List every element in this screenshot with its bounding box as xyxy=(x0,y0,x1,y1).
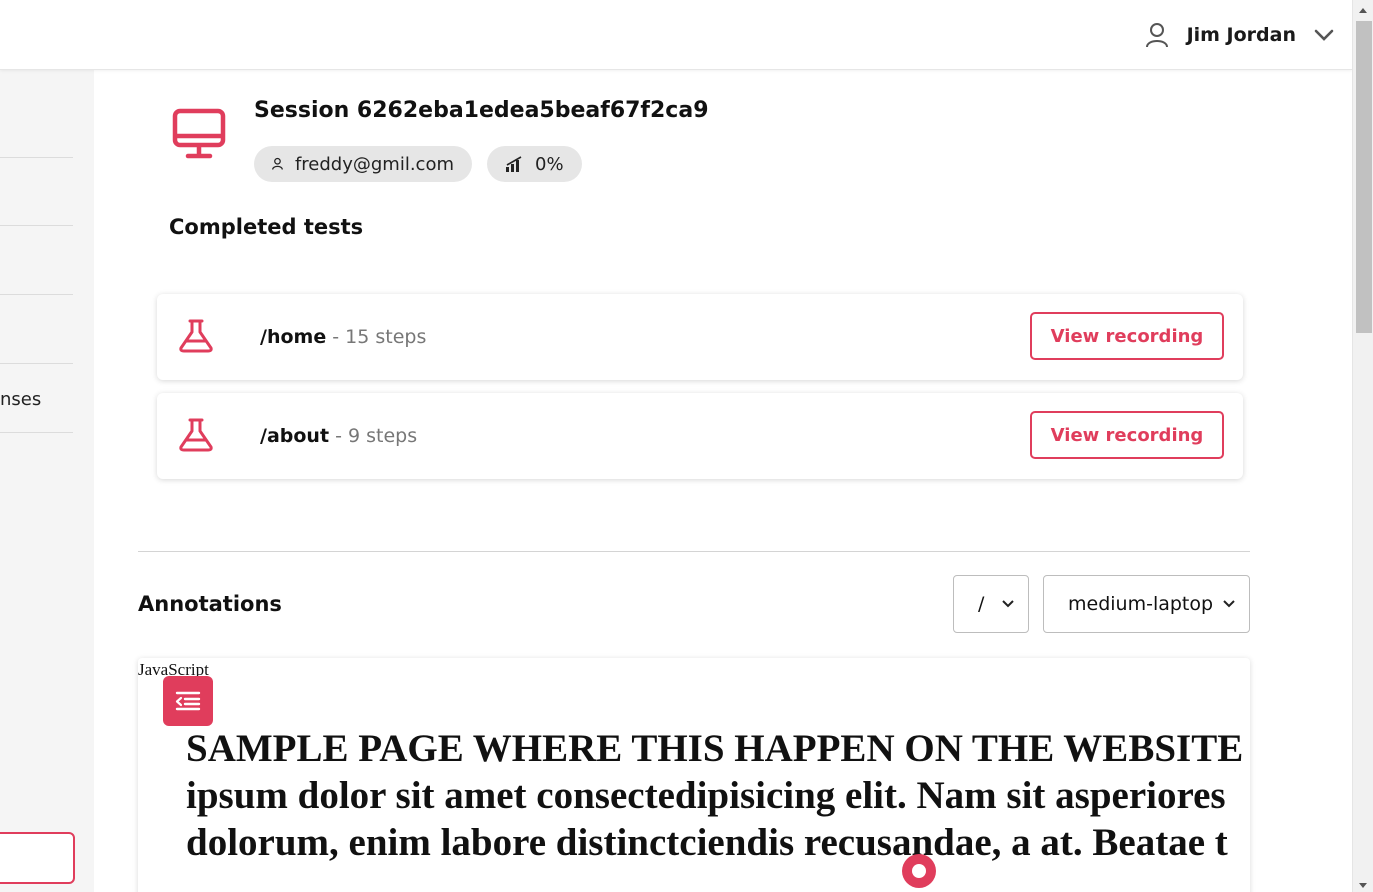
menu-list-icon xyxy=(175,691,201,711)
flask-icon xyxy=(179,319,213,353)
preview-line: dolorum, enim labore distinctciendis rec… xyxy=(186,821,1228,864)
test-route: /home - 15 steps xyxy=(260,326,426,348)
page-scrollbar[interactable] xyxy=(1352,0,1373,892)
test-separator: - xyxy=(326,326,346,348)
annotation-marker[interactable] xyxy=(902,854,936,888)
view-recording-button[interactable]: View recording xyxy=(1030,312,1224,360)
preview-page-content: SAMPLE PAGE WHERE THIS HAPPEN ON THE WEB… xyxy=(186,725,1256,866)
test-separator: - xyxy=(329,425,348,447)
user-email-badge: freddy@gmil.com xyxy=(254,146,472,182)
route-select-value: / xyxy=(978,593,985,615)
annotation-menu-button[interactable] xyxy=(163,676,213,726)
scroll-thumb[interactable] xyxy=(1356,21,1372,333)
sidebar-item-label[interactable]: nses xyxy=(0,389,41,410)
test-steps-count: 9 steps xyxy=(347,425,418,447)
user-email: freddy@gmil.com xyxy=(294,153,454,175)
completed-tests-heading: Completed tests xyxy=(169,215,364,239)
scroll-up-arrow-icon[interactable] xyxy=(1359,8,1367,13)
test-route: /about - 9 steps xyxy=(260,425,417,447)
test-steps-count: 15 steps xyxy=(345,326,427,348)
progress-badge: 0% xyxy=(487,146,582,182)
user-menu[interactable]: Jim Jordan xyxy=(1145,22,1334,48)
session-title: Session 6262eba1edea5beaf67f2ca9 xyxy=(254,98,709,123)
device-select-value: medium-laptop xyxy=(1068,593,1214,615)
sidebar-divider xyxy=(0,363,73,364)
user-icon xyxy=(272,157,283,170)
scroll-down-arrow-icon[interactable] xyxy=(1359,883,1367,888)
route-select[interactable]: / xyxy=(953,575,1029,633)
device-select[interactable]: medium-laptop xyxy=(1043,575,1250,633)
preview-line: SAMPLE PAGE WHERE THIS HAPPEN ON THE WEB… xyxy=(186,727,1244,770)
signal-bars-icon xyxy=(506,156,522,172)
sidebar-divider xyxy=(0,157,73,158)
user-outline-icon xyxy=(1145,23,1168,48)
sidebar-divider xyxy=(0,225,73,226)
test-route-path: /home xyxy=(260,326,327,348)
main-content: Session 6262eba1edea5beaf67f2ca9 freddy@… xyxy=(94,70,1352,892)
chevron-down-icon xyxy=(996,600,1020,608)
sidebar-divider xyxy=(0,432,73,433)
sidebar: nses xyxy=(0,70,94,892)
user-name[interactable]: Jim Jordan xyxy=(1187,24,1296,46)
sidebar-button[interactable] xyxy=(0,832,75,884)
desktop-monitor-icon xyxy=(172,108,226,159)
section-divider xyxy=(138,551,1250,552)
annotations-heading: Annotations xyxy=(138,592,282,616)
test-card: /about - 9 steps View recording xyxy=(157,393,1243,479)
annotation-marker-dot xyxy=(912,864,926,878)
preview-line: ipsum dolor sit amet consectedipisicing … xyxy=(186,774,1226,817)
chevron-down-icon[interactable] xyxy=(1314,28,1334,42)
sidebar-divider xyxy=(0,294,73,295)
progress-value: 0% xyxy=(535,153,564,175)
top-bar: Jim Jordan xyxy=(0,0,1352,70)
flask-icon xyxy=(179,418,213,452)
chevron-down-icon xyxy=(1217,600,1241,608)
view-recording-button[interactable]: View recording xyxy=(1030,411,1224,459)
test-card: /home - 15 steps View recording xyxy=(157,294,1243,380)
test-route-path: /about xyxy=(260,425,330,447)
